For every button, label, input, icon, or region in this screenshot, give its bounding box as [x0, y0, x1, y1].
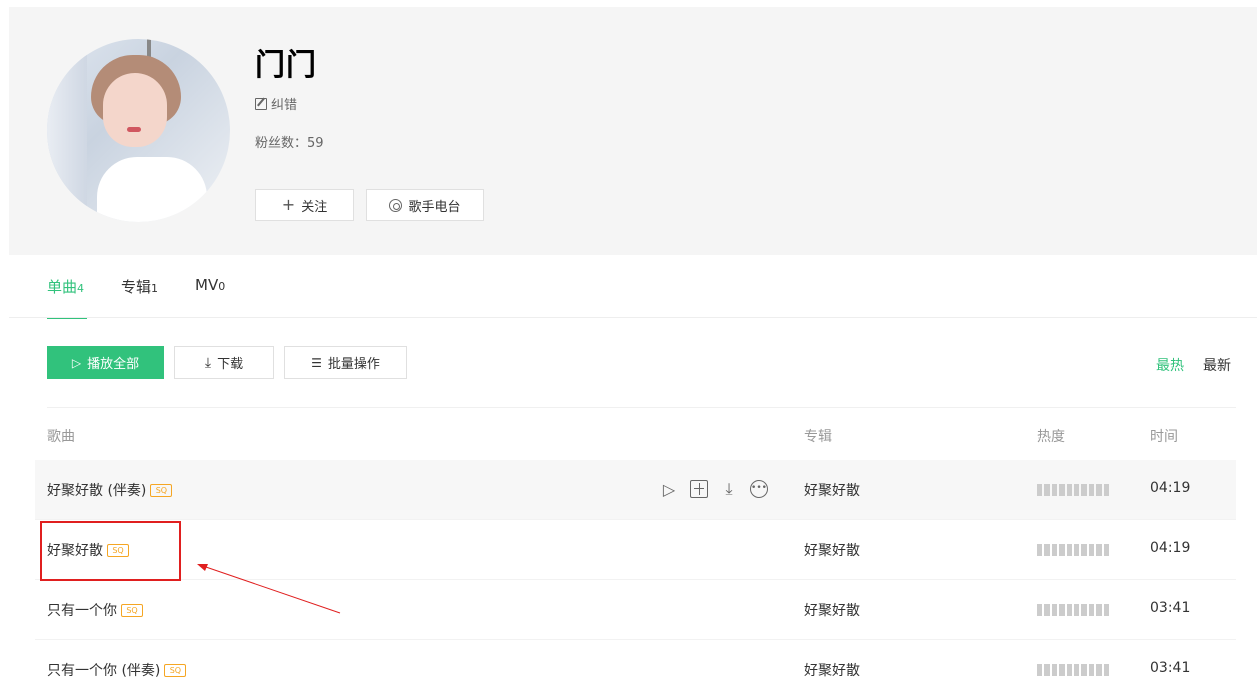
more-icon[interactable]: •••	[749, 479, 769, 499]
avatar-face	[103, 73, 167, 147]
edit-icon	[255, 97, 267, 110]
tab-bar: 单曲4 专辑1 MV0	[47, 276, 225, 319]
heat-bar	[1037, 664, 1110, 676]
singer-radio-button[interactable]: 歌手电台	[366, 189, 484, 221]
add-icon[interactable]	[689, 479, 709, 499]
correct-link[interactable]: 纠错	[255, 94, 297, 113]
table-row[interactable]: 好聚好散 SQ 好聚好散 04:19	[35, 520, 1236, 580]
duration: 04:19	[1150, 480, 1191, 496]
album-name[interactable]: 好聚好散	[804, 660, 860, 680]
album-name[interactable]: 好聚好散	[804, 540, 860, 560]
header-album: 专辑	[804, 429, 832, 445]
singer-page: 门门 纠错 粉丝数：59 + 关注 歌手电台 单曲4 专辑1 MV0 ▷ 播放全…	[0, 0, 1257, 696]
sq-badge: SQ	[121, 603, 143, 617]
avatar-curtain	[47, 39, 87, 222]
fans-count: 粉丝数：59	[255, 136, 324, 151]
plus-icon: +	[281, 195, 296, 214]
tab-songs-count: 4	[77, 282, 85, 295]
row-actions: ▷ ⤓ •••	[659, 479, 769, 499]
follow-button[interactable]: + 关注	[255, 189, 354, 221]
song-title-text: 只有一个你 (伴奏)	[47, 663, 161, 679]
table-row[interactable]: 只有一个你 (伴奏) SQ 好聚好散 03:41	[35, 640, 1236, 696]
radio-label: 歌手电台	[408, 199, 461, 215]
duration: 04:19	[1150, 540, 1191, 556]
batch-label: 批量操作	[327, 357, 380, 372]
tab-songs[interactable]: 单曲4	[47, 276, 88, 319]
song-title[interactable]: 只有一个你 SQ	[47, 600, 143, 620]
toolbar-divider	[47, 407, 1236, 408]
song-title-text: 好聚好散 (伴奏)	[47, 483, 147, 499]
heat-bar	[1037, 604, 1110, 616]
download-icon: ⤓	[204, 354, 212, 371]
tab-albums-count: 1	[151, 282, 159, 295]
table-row[interactable]: 只有一个你 SQ 好聚好散 03:41	[35, 580, 1236, 640]
play-icon: ▷	[71, 355, 82, 370]
batch-icon: ☰	[311, 355, 322, 370]
tab-mv-count: 0	[218, 280, 226, 293]
play-icon[interactable]: ▷	[659, 479, 679, 499]
download-label: 下载	[217, 357, 244, 372]
tab-mv-label: MV	[195, 276, 219, 294]
album-name[interactable]: 好聚好散	[804, 480, 860, 500]
batch-operation-button[interactable]: ☰ 批量操作	[284, 346, 407, 379]
radio-icon	[389, 198, 403, 212]
duration: 03:41	[1150, 660, 1191, 676]
tab-mv[interactable]: MV0	[195, 276, 225, 319]
avatar-lips	[127, 127, 141, 132]
song-title-text: 只有一个你	[47, 603, 117, 619]
play-all-button[interactable]: ▷ 播放全部	[47, 346, 164, 379]
header-time: 时间	[1150, 429, 1178, 445]
sort-hot[interactable]: 最热	[1156, 355, 1184, 375]
singer-avatar[interactable]	[47, 39, 230, 222]
table-row[interactable]: 好聚好散 (伴奏) SQ ▷ ⤓ ••• 好聚好散 04:19	[35, 460, 1236, 520]
song-title[interactable]: 只有一个你 (伴奏) SQ	[47, 660, 187, 680]
heat-bar	[1037, 484, 1110, 496]
duration: 03:41	[1150, 600, 1191, 616]
heat-bar	[1037, 544, 1110, 556]
correct-label: 纠错	[271, 98, 298, 113]
annotation-highlight-box	[40, 521, 181, 581]
singer-name: 门门	[255, 48, 317, 83]
avatar-body	[97, 157, 207, 222]
song-title[interactable]: 好聚好散 (伴奏) SQ	[47, 480, 173, 500]
tab-albums[interactable]: 专辑1	[121, 276, 158, 319]
album-name[interactable]: 好聚好散	[804, 600, 860, 620]
sort-new[interactable]: 最新	[1203, 355, 1231, 375]
follow-label: 关注	[301, 199, 328, 215]
play-all-label: 播放全部	[87, 357, 140, 372]
header-song: 歌曲	[47, 429, 75, 445]
header-heat: 热度	[1037, 429, 1065, 445]
download-button[interactable]: ⤓ 下载	[174, 346, 274, 379]
tab-songs-label: 单曲	[47, 278, 78, 296]
tab-albums-label: 专辑	[121, 278, 152, 296]
sq-badge: SQ	[150, 483, 173, 497]
sq-badge: SQ	[164, 663, 187, 677]
tabs-divider	[9, 317, 1257, 318]
download-icon[interactable]: ⤓	[719, 479, 739, 499]
